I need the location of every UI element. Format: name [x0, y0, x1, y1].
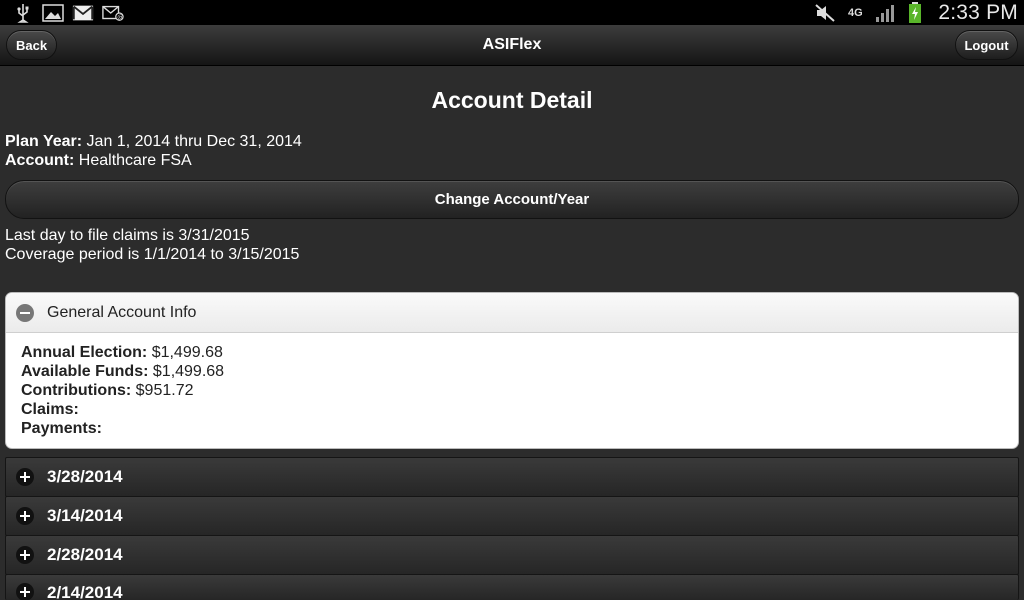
date-section-label: 2/28/2014: [47, 545, 123, 564]
usb-icon: [12, 3, 34, 23]
date-section-label: 2/14/2014: [47, 583, 123, 600]
expand-icon: [16, 507, 34, 525]
status-bar: @ 4G 2:33 PM: [0, 0, 1024, 25]
last-day-text: Last day to file claims is 3/31/2015: [5, 227, 250, 244]
general-account-info-body: Annual Election: $1,499.68 Available Fun…: [6, 333, 1018, 448]
general-account-info-header[interactable]: General Account Info: [6, 293, 1018, 333]
date-section-label: 3/28/2014: [47, 467, 123, 486]
page-title: Account Detail: [431, 87, 593, 113]
row-value: $951.72: [135, 382, 194, 399]
mute-icon: [814, 3, 836, 23]
general-account-info-title: General Account Info: [47, 303, 197, 321]
date-section-3[interactable]: 2/28/2014: [5, 535, 1019, 575]
account-label: Account:: [5, 152, 75, 169]
change-account-year-button[interactable]: Change Account/Year: [5, 180, 1019, 219]
claims-row: Claims:: [21, 400, 1003, 419]
date-section-4[interactable]: 2/14/2014: [5, 574, 1019, 600]
plan-year-label: Plan Year:: [5, 133, 83, 150]
general-account-info-panel: General Account Info Annual Election: $1…: [5, 292, 1019, 449]
email-icon: @: [102, 3, 124, 23]
account-line: Account: Healthcare FSA: [5, 152, 192, 170]
date-section-1[interactable]: 3/28/2014: [5, 457, 1019, 497]
signal-icon: [874, 3, 896, 23]
available-funds-row: Available Funds: $1,499.68: [21, 362, 1003, 381]
collapse-icon: [16, 303, 34, 322]
clock: 2:33 PM: [938, 0, 1018, 24]
header-bar: Back ASIFlex Logout: [0, 25, 1024, 66]
4g-icon: 4G: [844, 3, 866, 23]
svg-text:@: @: [117, 13, 123, 21]
payments-row: Payments:: [21, 419, 1003, 438]
image-icon: [42, 3, 64, 23]
logout-button[interactable]: Logout: [955, 30, 1018, 60]
date-section-label: 3/14/2014: [47, 506, 123, 525]
app-title: ASIFlex: [482, 36, 542, 53]
row-value: $1,499.68: [152, 363, 225, 380]
row-label: Claims:: [21, 401, 79, 418]
row-label: Payments:: [21, 420, 102, 437]
date-section-2[interactable]: 3/14/2014: [5, 496, 1019, 536]
expand-icon: [16, 583, 34, 600]
plan-year-value: Jan 1, 2014 thru Dec 31, 2014: [86, 133, 302, 150]
annual-election-row: Annual Election: $1,499.68: [21, 343, 1003, 362]
row-label: Available Funds:: [21, 363, 149, 380]
plan-year-line: Plan Year: Jan 1, 2014 thru Dec 31, 2014: [5, 133, 302, 151]
contributions-row: Contributions: $951.72: [21, 381, 1003, 400]
network-label: 4G: [848, 6, 863, 19]
account-value: Healthcare FSA: [78, 152, 192, 169]
row-label: Contributions:: [21, 382, 132, 399]
expand-icon: [16, 468, 34, 486]
battery-charging-icon: [904, 1, 926, 23]
expand-icon: [16, 546, 34, 564]
gmail-icon: [72, 3, 94, 23]
coverage-text: Coverage period is 1/1/2014 to 3/15/2015: [5, 246, 300, 263]
row-label: Annual Election:: [21, 344, 148, 361]
row-value: $1,499.68: [151, 344, 223, 361]
